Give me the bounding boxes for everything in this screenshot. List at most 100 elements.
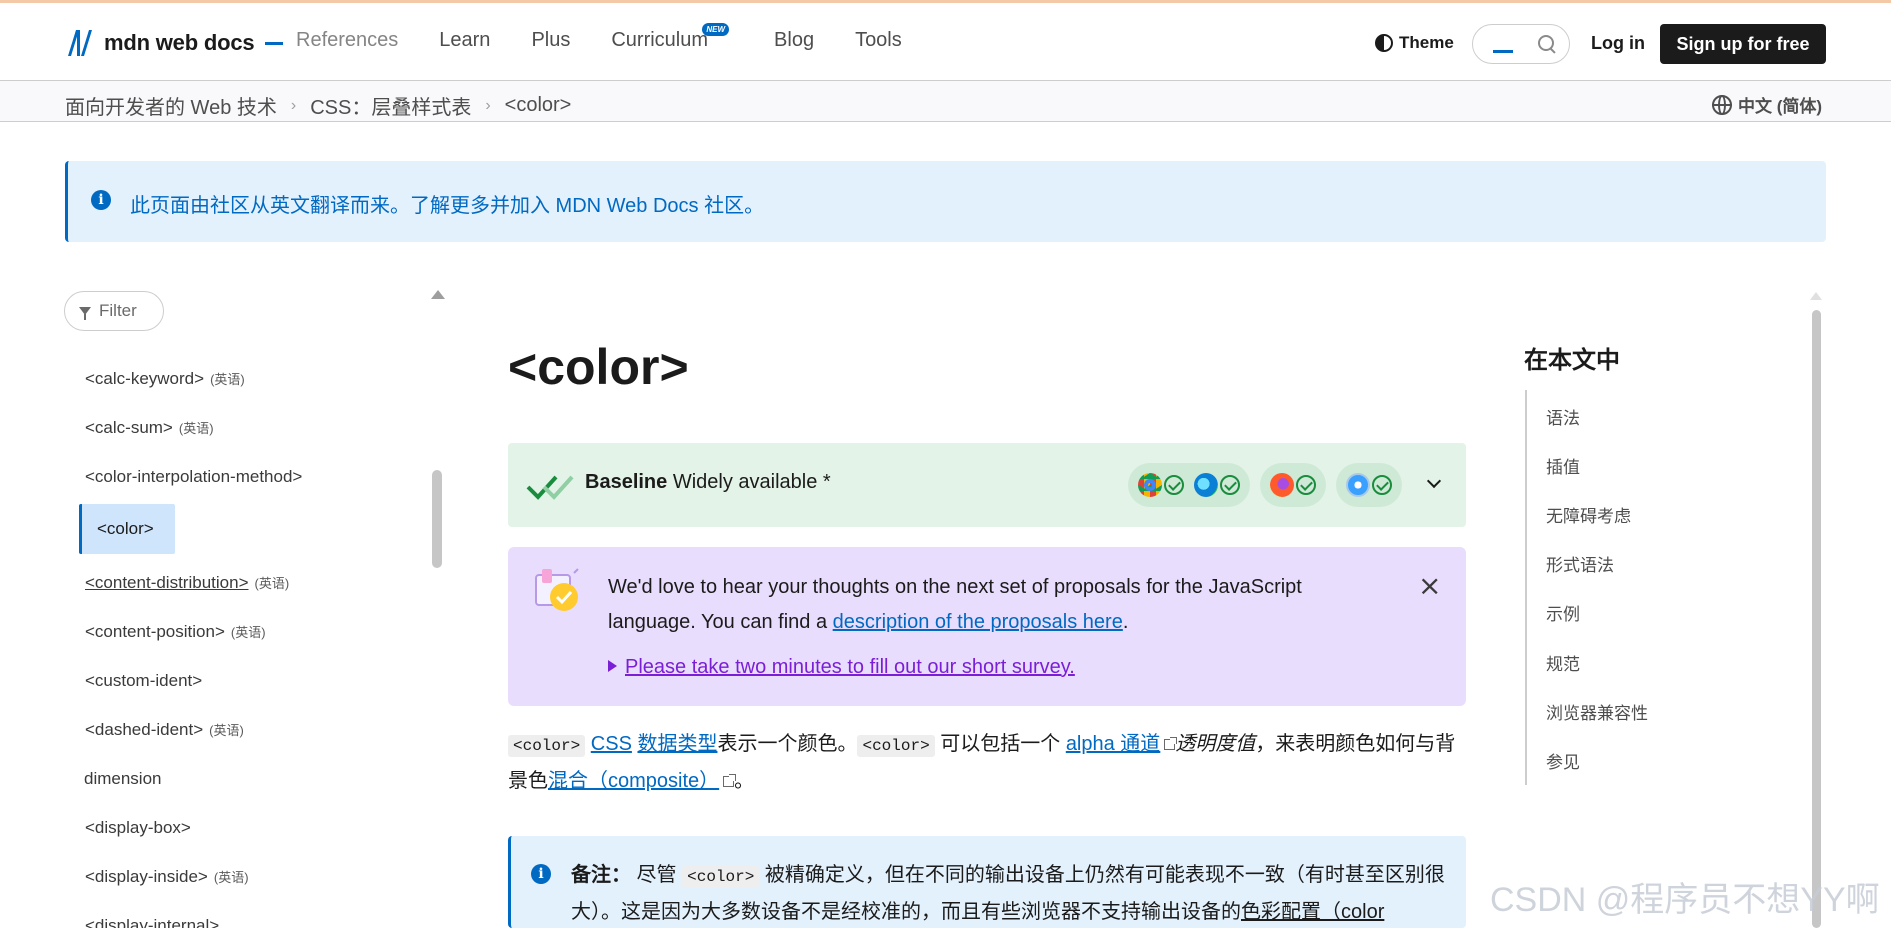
watermark: CSDN @程序员不想YY啊 xyxy=(1490,881,1880,919)
info-icon: i xyxy=(91,190,111,210)
sidebar-item-note: (英语) xyxy=(254,576,290,591)
breadcrumb-web-tech[interactable]: 面向开发者的 Web 技术 xyxy=(65,91,277,120)
toc-item-interpolation[interactable]: 插值 xyxy=(1546,453,1580,478)
proposals-link[interactable]: description of the proposals here xyxy=(833,611,1123,633)
edge-icon xyxy=(1194,473,1218,497)
sidebar-item-color-interpolation-method[interactable]: <color-interpolation-method> xyxy=(85,467,302,487)
sidebar-item-content-position[interactable]: <content-position> (英语) xyxy=(85,622,266,642)
firefox-icon xyxy=(1270,473,1294,497)
check-icon xyxy=(1220,475,1240,495)
mdn-logo-icon xyxy=(68,30,92,56)
alpha-channel-link[interactable]: alpha 通道 xyxy=(1066,733,1161,755)
sidebar-item-label: <calc-keyword> xyxy=(85,369,205,388)
toc-item-specifications[interactable]: 规范 xyxy=(1546,650,1580,675)
mdn-logo[interactable]: mdn web docs xyxy=(64,28,284,58)
close-icon[interactable]: × xyxy=(1418,569,1441,602)
info-icon: i xyxy=(531,864,551,884)
composite-link[interactable]: 混合（composite） xyxy=(548,770,719,792)
sidebar-item-dashed-ident[interactable]: <dashed-ident> (英语) xyxy=(85,720,244,740)
language-switcher[interactable]: 中文 (简体) xyxy=(1712,92,1822,117)
toc-item-syntax[interactable]: 语法 xyxy=(1546,404,1580,429)
sidebar-item-custom-ident[interactable]: <custom-ident> xyxy=(85,671,202,691)
page-title: <color> xyxy=(508,339,689,395)
notice-text[interactable]: 此页面由社区从英文翻译而来。了解更多并加入 MDN Web Docs 社区。 xyxy=(130,189,764,218)
survey-details[interactable]: Please take two minutes to fill out our … xyxy=(608,656,1075,679)
sidebar-item-label: <content-distribution> xyxy=(85,573,249,592)
nav-plus[interactable]: Plus xyxy=(531,29,570,52)
nav-curriculum[interactable]: Curriculum NEW xyxy=(611,23,730,52)
survey-line-end: . xyxy=(1122,611,1129,633)
browser-support-list xyxy=(1128,463,1402,507)
chevron-right-icon: › xyxy=(290,96,297,114)
note-body: 尽管 xyxy=(631,864,683,886)
check-icon xyxy=(1372,475,1392,495)
theme-icon xyxy=(1375,34,1393,52)
sidebar-item-label: <calc-sum> xyxy=(85,418,173,437)
sidebar-item-display-internal[interactable]: <display-internal> xyxy=(85,916,219,928)
filter-label: Filter xyxy=(99,301,137,320)
page-scrollbar[interactable] xyxy=(1812,310,1821,928)
intro-italic: 透明度值 xyxy=(1175,733,1256,755)
sidebar-item-content-distribution[interactable]: <content-distribution> (英语) xyxy=(85,573,289,593)
color-profile-link[interactable]: 色彩配置（color xyxy=(1241,901,1384,923)
sidebar-filter-button[interactable]: Filter xyxy=(64,291,164,331)
nav-tools[interactable]: Tools xyxy=(855,29,902,52)
sidebar-item-label: <color-interpolation-method> xyxy=(85,467,303,486)
sidebar-item-note: (英语) xyxy=(213,870,249,885)
sidebar-item-dimension[interactable]: dimension xyxy=(84,769,162,789)
breadcrumb-css[interactable]: CSS：层叠样式表 xyxy=(310,91,471,120)
sidebar-item-calc-sum[interactable]: <calc-sum> (英语) xyxy=(85,418,214,438)
sidebar-item-color[interactable]: <color> xyxy=(97,519,154,539)
sidebar-item-note: (英语) xyxy=(209,723,244,738)
intro-paragraph: <color> CSS 数据类型表示一个颜色。 <color> 可以包括一个 al… xyxy=(508,727,1466,799)
main-menu: References Learn Plus Curriculum NEW Blog… xyxy=(296,23,943,52)
toc-item-formal-syntax[interactable]: 形式语法 xyxy=(1546,551,1614,576)
language-label: 中文 (简体) xyxy=(1738,97,1823,116)
inline-code: <color> xyxy=(508,735,586,757)
page-scroll-up-icon[interactable] xyxy=(1810,292,1822,300)
nav-learn[interactable]: Learn xyxy=(439,29,490,52)
sidebar-item-label: <display-inside> xyxy=(85,867,208,886)
toc-item-examples[interactable]: 示例 xyxy=(1546,600,1580,625)
survey-text: We'd love to hear your thoughts on the n… xyxy=(608,570,1388,640)
breadcrumb: 面向开发者的 Web 技术 › CSS：层叠样式表 › <color> xyxy=(65,91,571,120)
css-link[interactable]: CSS xyxy=(591,733,632,755)
login-link[interactable]: Log in xyxy=(1591,33,1645,54)
toc-item-accessibility[interactable]: 无障碍考虑 xyxy=(1546,502,1631,527)
breadcrumb-bar: 面向开发者的 Web 技术 › CSS：层叠样式表 › <color> 中文 (… xyxy=(0,81,1891,122)
new-badge: NEW xyxy=(702,23,730,36)
sidebar-scrollbar[interactable] xyxy=(432,470,442,568)
sidebar-item-label: <display-internal> xyxy=(85,916,220,928)
triangle-right-icon xyxy=(608,660,617,672)
search-input[interactable] xyxy=(1472,24,1570,64)
baseline-title: Baseline Widely available * xyxy=(585,471,831,494)
toc-title: 在本文中 xyxy=(1524,347,1620,374)
survey-banner: We'd love to hear your thoughts on the n… xyxy=(508,547,1466,706)
sidebar-scroll-up-icon[interactable] xyxy=(431,290,445,299)
sidebar-item-note: (英语) xyxy=(230,625,266,640)
chevron-down-icon[interactable] xyxy=(1426,473,1442,489)
theme-button[interactable]: Theme xyxy=(1375,33,1454,53)
search-icon[interactable] xyxy=(1537,34,1557,54)
nav-curriculum-label: Curriculum xyxy=(611,29,709,51)
data-type-link[interactable]: 数据类型 xyxy=(637,733,717,755)
toc-item-see-also[interactable]: 参见 xyxy=(1546,748,1580,773)
nav-blog[interactable]: Blog xyxy=(774,29,814,52)
browser-group-chrome-edge xyxy=(1128,463,1250,507)
nav-references[interactable]: References xyxy=(296,29,398,52)
sidebar-item-note: (英语) xyxy=(178,421,214,436)
sidebar-item-display-inside[interactable]: <display-inside> (英语) xyxy=(85,867,249,887)
sidebar-item-calc-keyword[interactable]: <calc-keyword> (英语) xyxy=(85,369,245,389)
external-link-icon xyxy=(723,774,737,787)
sidebar-item-label: <content-position> xyxy=(85,622,225,641)
signup-button[interactable]: Sign up for free xyxy=(1660,24,1826,64)
survey-link[interactable]: Please take two minutes to fill out our … xyxy=(625,656,1075,678)
top-nav: mdn web docs References Learn Plus Curri… xyxy=(0,0,1891,81)
chevron-right-icon: › xyxy=(485,96,491,114)
breadcrumb-color[interactable]: <color> xyxy=(505,94,572,117)
toc-item-browser-compat[interactable]: 浏览器兼容性 xyxy=(1546,699,1648,724)
baseline-banner[interactable]: Baseline Widely available * xyxy=(508,443,1466,527)
search-caret xyxy=(1493,49,1513,53)
check-icon xyxy=(1164,475,1184,495)
sidebar-item-display-box[interactable]: <display-box> xyxy=(85,818,191,838)
